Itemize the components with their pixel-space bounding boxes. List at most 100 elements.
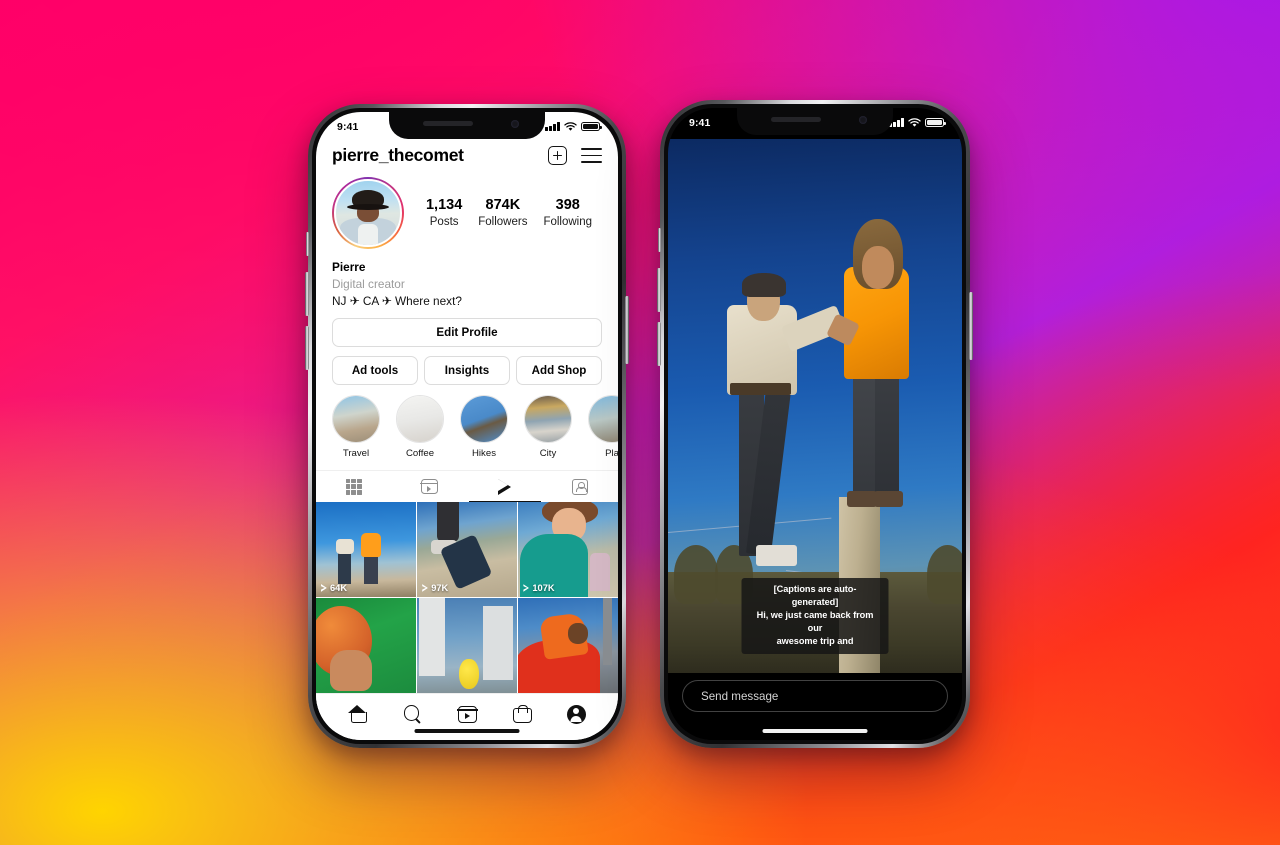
- header-actions: [548, 146, 602, 165]
- bio-category: Digital creator: [332, 276, 405, 291]
- power-button[interactable]: [625, 296, 629, 364]
- tab-grid[interactable]: [316, 471, 392, 502]
- stat-posts[interactable]: 1,134 Posts: [426, 196, 462, 229]
- highlight-cover: [396, 395, 444, 444]
- highlight-city[interactable]: City: [524, 395, 572, 459]
- caption-line-1: [Captions are auto-generated]: [773, 584, 857, 608]
- profile-stats: 1,134 Posts 874K Followers 398 Following: [418, 196, 602, 229]
- front-camera: [511, 120, 519, 128]
- highlight-places[interactable]: Pla: [588, 395, 618, 459]
- reel-thumbnail[interactable]: [518, 598, 618, 693]
- highlight-label: Pla: [605, 448, 618, 460]
- reel-view-number: 64K: [330, 582, 348, 593]
- caption-line-2: Hi, we just came back from our: [756, 610, 874, 634]
- pro-tools-row: Ad tools Insights Add Shop: [316, 347, 618, 386]
- highlight-cover: [588, 395, 618, 444]
- person-right-head: [862, 245, 895, 289]
- instagram-profile-screen: 9:41 pierre_thecomet 1,134 Posts 874K Fo…: [316, 112, 618, 740]
- tagged-icon: [572, 478, 589, 495]
- reel-thumbnail[interactable]: [417, 598, 517, 693]
- battery-icon: [581, 121, 602, 132]
- profile-tabs: [316, 470, 618, 502]
- speaker-grille: [423, 121, 473, 126]
- reel-thumbnail[interactable]: 97K: [417, 502, 517, 597]
- highlight-label: Coffee: [405, 448, 435, 460]
- status-time: 9:41: [689, 116, 711, 129]
- battery-icon: [925, 117, 946, 128]
- home-indicator[interactable]: [414, 729, 520, 733]
- tab-tagged[interactable]: [543, 471, 619, 502]
- volume-up-button[interactable]: [657, 268, 661, 312]
- front-camera: [859, 116, 867, 124]
- notch: [389, 112, 545, 139]
- volume-up-button[interactable]: [305, 272, 309, 316]
- highlight-cover: [332, 395, 380, 444]
- insights-button[interactable]: Insights: [424, 356, 510, 386]
- reel-thumbnail[interactable]: [316, 598, 416, 693]
- highlight-hikes[interactable]: Hikes: [460, 395, 508, 459]
- bio-text: NJ ✈ CA ✈ Where next?: [332, 293, 462, 308]
- avatar[interactable]: [332, 177, 404, 249]
- stat-following-label: Following: [543, 215, 593, 228]
- bio-display-name: Pierre: [332, 260, 366, 274]
- search-icon[interactable]: [403, 705, 422, 723]
- volume-down-button[interactable]: [657, 322, 661, 366]
- auto-captions-overlay: [Captions are auto-generated] Hi, we jus…: [741, 578, 889, 655]
- edit-profile-row: Edit Profile: [316, 309, 618, 348]
- mute-switch[interactable]: [306, 232, 309, 256]
- volume-down-button[interactable]: [305, 326, 309, 370]
- caption-line-3: awesome trip and: [776, 636, 854, 647]
- profile-icon[interactable]: [566, 704, 586, 724]
- home-icon[interactable]: [348, 705, 367, 723]
- wifi-icon: [908, 117, 921, 127]
- stat-following[interactable]: 398 Following: [543, 196, 592, 229]
- edit-profile-button[interactable]: Edit Profile: [332, 318, 602, 348]
- status-indicators: [889, 117, 946, 128]
- mute-switch[interactable]: [658, 228, 661, 252]
- stat-followers-count: 874K: [485, 197, 521, 214]
- highlight-label: Travel: [342, 448, 370, 460]
- phone-bezel-right: 9:41 [Captions are auto-generated] Hi, w…: [664, 104, 966, 744]
- add-shop-button[interactable]: Add Shop: [516, 356, 602, 386]
- profile-summary-row: 1,134 Posts 874K Followers 398 Following: [316, 173, 618, 249]
- plus-square-icon[interactable]: [548, 146, 567, 165]
- highlight-travel[interactable]: Travel: [332, 395, 380, 459]
- reel-view-number: 97K: [431, 582, 449, 593]
- status-time: 9:41: [337, 120, 359, 133]
- reel-thumbnail[interactable]: 107K: [518, 502, 618, 597]
- ad-tools-button[interactable]: Ad tools: [332, 356, 418, 386]
- highlight-cover: [460, 395, 508, 444]
- highlight-cover: [524, 395, 572, 444]
- reels-icon[interactable]: [457, 705, 478, 723]
- stat-posts-count: 1,134: [425, 197, 463, 214]
- person-right-sandal: [873, 491, 904, 508]
- shop-icon[interactable]: [513, 705, 533, 723]
- reel-view-count: 107K: [523, 583, 554, 593]
- wifi-icon: [564, 121, 577, 131]
- reel-thumbnail[interactable]: 64K: [316, 502, 416, 597]
- highlight-coffee[interactable]: Coffee: [396, 395, 444, 459]
- person-left-shoe: [756, 544, 798, 567]
- phone-bezel-left: 9:41 pierre_thecomet 1,134 Posts 874K Fo…: [312, 108, 622, 744]
- home-indicator[interactable]: [762, 729, 868, 733]
- reels-icon: [420, 479, 439, 495]
- phone-device-right: 9:41 [Captions are auto-generated] Hi, w…: [657, 100, 973, 748]
- avatar-image: [334, 179, 402, 247]
- person-right-sandal: [847, 491, 877, 508]
- status-indicators: [545, 121, 602, 132]
- stat-followers[interactable]: 874K Followers: [478, 196, 527, 229]
- reel-view-number: 107K: [532, 582, 555, 593]
- stat-following-count: 398: [555, 197, 580, 214]
- stat-followers-label: Followers: [478, 215, 528, 228]
- tree: [673, 544, 718, 604]
- highlight-label: Hikes: [472, 448, 496, 460]
- hamburger-menu-icon[interactable]: [581, 148, 602, 163]
- power-button[interactable]: [969, 292, 973, 360]
- tab-reels[interactable]: [392, 471, 468, 502]
- play-icon: [523, 584, 529, 592]
- story-highlights[interactable]: Travel Coffee Hikes City Pla: [316, 385, 618, 459]
- tab-video[interactable]: [467, 471, 543, 502]
- send-message-input[interactable]: Send message: [682, 680, 948, 712]
- reel-video[interactable]: [Captions are auto-generated] Hi, we jus…: [668, 139, 962, 673]
- person-left-hat: [741, 272, 786, 297]
